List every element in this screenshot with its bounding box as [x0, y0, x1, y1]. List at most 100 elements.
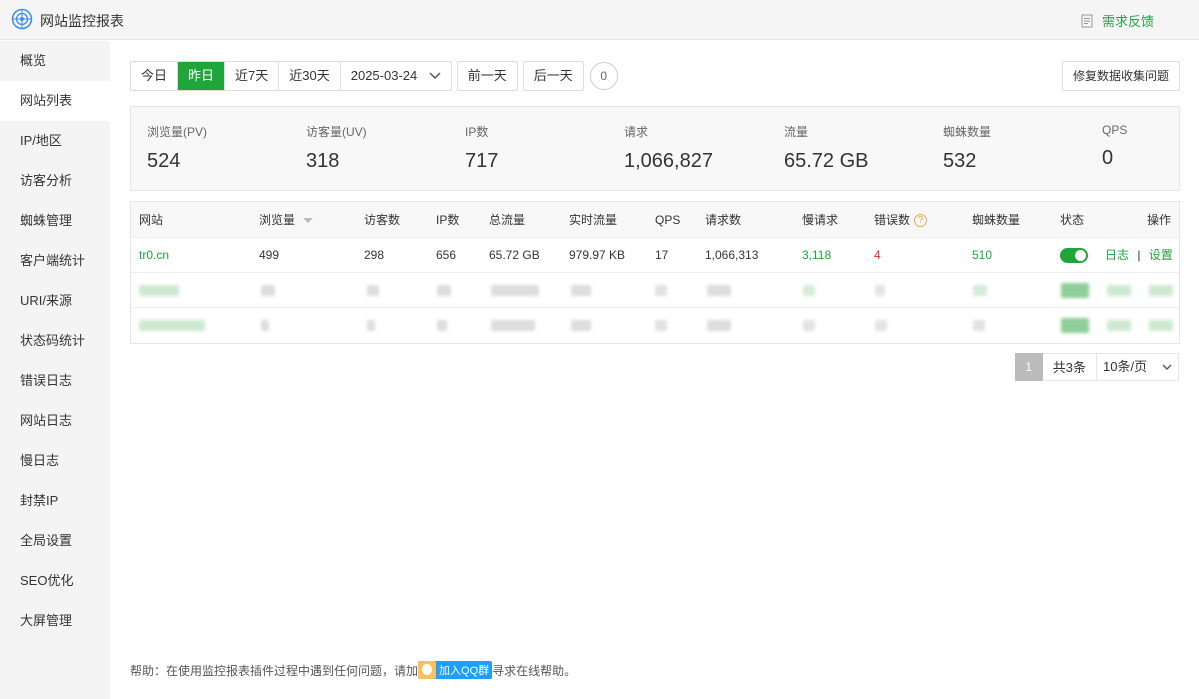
- cell-errors[interactable]: 4: [874, 238, 881, 272]
- redacted-link[interactable]: [1149, 320, 1173, 331]
- stat-value: 1,066,827: [624, 150, 713, 172]
- yesterday-button[interactable]: 昨日: [178, 62, 226, 90]
- question-icon[interactable]: ?: [914, 214, 928, 228]
- settings-link[interactable]: 设置: [1149, 248, 1173, 262]
- col-errors: 错误数?: [874, 202, 928, 238]
- redacted-cell: [571, 320, 591, 331]
- col-qps: QPS: [655, 213, 681, 227]
- redacted-cell: [707, 320, 731, 331]
- cell-traffic: 65.72 GB: [489, 248, 540, 262]
- cell-spiders[interactable]: 510: [972, 238, 992, 272]
- sidebar-item-site-log[interactable]: 网站日志: [0, 401, 110, 441]
- col-errors-label: 错误数: [874, 213, 911, 227]
- sidebar-item-site-list[interactable]: 网站列表: [0, 81, 110, 121]
- redacted-cell: [261, 320, 269, 331]
- redacted-link[interactable]: [1107, 320, 1131, 331]
- redacted-cell: [803, 320, 815, 331]
- redacted-toggle[interactable]: [1061, 283, 1089, 298]
- page-1-button[interactable]: 1: [1014, 353, 1043, 381]
- sort-desc-icon[interactable]: [303, 218, 314, 224]
- last-30-days-button[interactable]: 近30天: [279, 62, 341, 90]
- help-suffix: 寻求在线帮助。: [492, 663, 577, 678]
- site-table: 网站 浏览量 访客数 IP数 总流量 实时流量 QPS 请求数 慢请求 错误数?…: [130, 201, 1180, 344]
- join-qq-group-button[interactable]: 加入QQ群: [418, 661, 493, 679]
- sidebar-item-error-log[interactable]: 错误日志: [0, 361, 110, 401]
- sidebar-item-spider-management[interactable]: 蜘蛛管理: [0, 201, 110, 241]
- sidebar-item-status-codes[interactable]: 状态码统计: [0, 321, 110, 361]
- today-button[interactable]: 今日: [131, 62, 179, 90]
- repair-data-button[interactable]: 修复数据收集问题: [1061, 61, 1180, 91]
- qq-avatar-icon: [418, 661, 437, 679]
- title-bar: 网站监控报表 需求反馈: [0, 0, 1199, 40]
- status-toggle[interactable]: [1060, 248, 1088, 263]
- sidebar-item-big-screen[interactable]: 大屏管理: [0, 601, 110, 641]
- col-spiders: 蜘蛛数量: [972, 213, 1021, 227]
- redacted-cell: [437, 285, 451, 296]
- sidebar-item-uri-source[interactable]: URI/来源: [0, 281, 110, 321]
- sidebar-item-seo[interactable]: SEO优化: [0, 561, 110, 601]
- cell-slow[interactable]: 3,118: [802, 238, 831, 272]
- col-ip: IP数: [436, 213, 460, 227]
- sidebar-item-global-settings[interactable]: 全局设置: [0, 521, 110, 561]
- app-title: 网站监控报表: [40, 13, 124, 29]
- redacted-cell: [973, 285, 987, 296]
- redacted-cell: [655, 320, 667, 331]
- stat-value: 532: [943, 150, 977, 172]
- redacted-cell: [875, 320, 887, 331]
- count-badge[interactable]: 0: [589, 62, 618, 90]
- col-site: 网站: [139, 213, 164, 227]
- help-footer: 帮助：在使用监控报表插件过程中遇到任何问题，请加 加入QQ群 寻求在线帮助。: [130, 661, 576, 679]
- prev-day-button[interactable]: 前一天: [456, 61, 518, 91]
- feedback-link[interactable]: 需求反馈: [1081, 11, 1154, 30]
- date-toolbar: 今日 昨日 近7天 近30天 2025-03-24 前一天 后一天 0: [130, 61, 618, 91]
- cell-uv: 298: [364, 248, 385, 262]
- table-row: [131, 308, 1179, 343]
- stat-value: 0: [1102, 147, 1114, 169]
- stat-value: 717: [465, 150, 499, 172]
- sidebar-item-overview[interactable]: 概览: [0, 41, 110, 81]
- redacted-link[interactable]: [1107, 285, 1131, 296]
- cell-realtime: 979.97 KB: [569, 248, 626, 262]
- cell-qps: 17: [655, 248, 669, 262]
- col-slow: 慢请求: [802, 213, 839, 227]
- redacted-cell: [973, 320, 985, 331]
- redacted-cell: [367, 320, 375, 331]
- stat-label: 浏览量(PV): [147, 125, 208, 139]
- stat-value: 318: [306, 150, 340, 172]
- redacted-cell: [491, 285, 539, 296]
- sidebar-item-slow-log[interactable]: 慢日志: [0, 441, 110, 481]
- pagination: 1 共3条 10条/页: [1014, 353, 1179, 381]
- redacted-toggle[interactable]: [1061, 318, 1089, 333]
- date-picker[interactable]: 2025-03-24: [341, 62, 451, 90]
- edit-icon: [1081, 14, 1093, 27]
- col-status: 状态: [1060, 213, 1085, 227]
- chevron-down-icon: [1162, 364, 1172, 370]
- site-name-link[interactable]: tr0.cn: [139, 238, 169, 272]
- next-day-button[interactable]: 后一天: [522, 61, 584, 91]
- stat-label: 流量: [784, 125, 809, 139]
- last-7-days-button[interactable]: 近7天: [225, 62, 280, 90]
- sidebar-item-banned-ip[interactable]: 封禁IP: [0, 481, 110, 521]
- redacted-link[interactable]: [1149, 285, 1173, 296]
- sidebar: 概览 网站列表 IP/地区 访客分析 蜘蛛管理 客户端统计 URI/来源 状态码…: [0, 41, 110, 699]
- sidebar-item-client-stats[interactable]: 客户端统计: [0, 241, 110, 281]
- col-traffic: 总流量: [489, 213, 526, 227]
- table-row: tr0.cn 499 298 656 65.72 GB 979.97 KB 17…: [131, 238, 1179, 273]
- redacted-site[interactable]: [139, 285, 179, 296]
- log-link[interactable]: 日志: [1105, 248, 1129, 262]
- sidebar-item-visitor-analysis[interactable]: 访客分析: [0, 161, 110, 201]
- redacted-cell: [491, 320, 535, 331]
- date-value: 2025-03-24: [350, 68, 418, 83]
- stat-spiders: 蜘蛛数量 532: [943, 123, 991, 173]
- stat-traffic: 流量 65.72 GB: [784, 123, 869, 173]
- redacted-site[interactable]: [139, 320, 205, 331]
- redacted-cell: [707, 285, 731, 296]
- stat-qps: QPS 0: [1102, 123, 1127, 170]
- sidebar-item-ip-region[interactable]: IP/地区: [0, 121, 110, 161]
- page-size-select[interactable]: 10条/页: [1097, 353, 1179, 381]
- stat-requests: 请求 1,066,827: [624, 123, 713, 173]
- col-requests: 请求数: [705, 213, 742, 227]
- row-actions: 日志 | 设置: [1105, 238, 1173, 272]
- stat-pv: 浏览量(PV) 524: [147, 123, 207, 173]
- col-pv[interactable]: 浏览量: [259, 202, 314, 238]
